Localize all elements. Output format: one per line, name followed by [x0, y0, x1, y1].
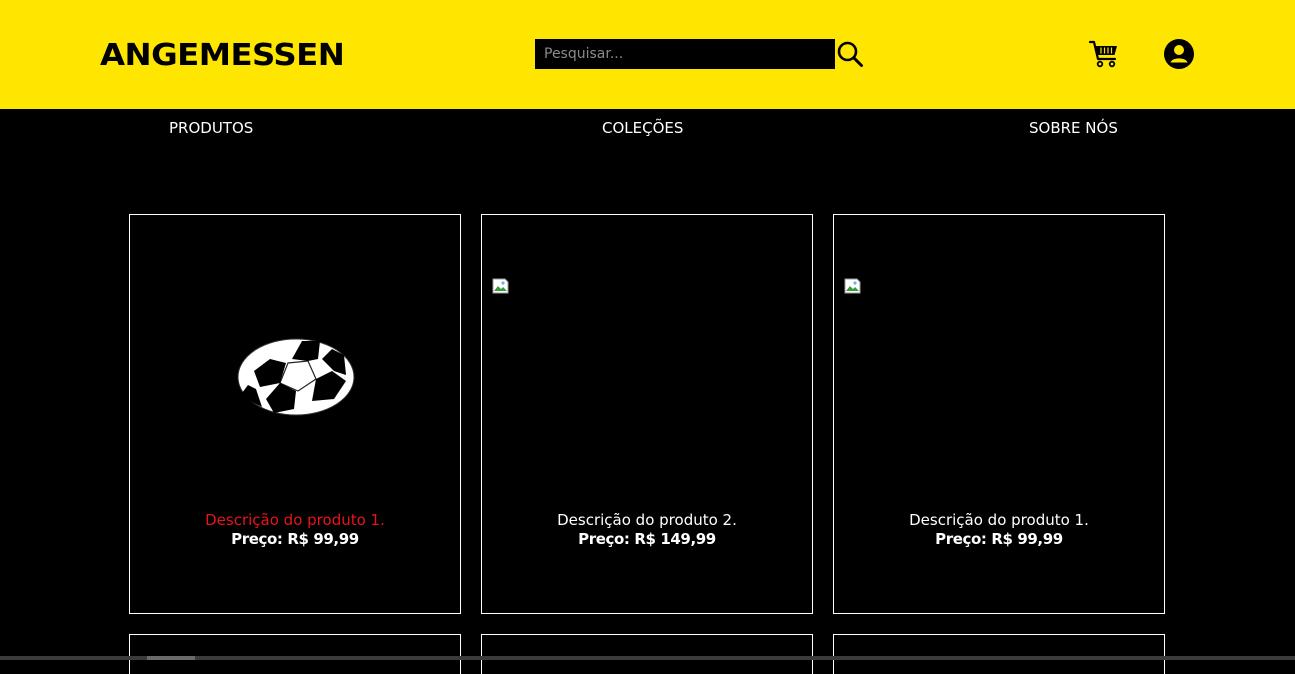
product-card[interactable]: Descrição do produto 2. Preço: R$ 149,99 [481, 214, 813, 614]
nav-sobre-nos[interactable]: SOBRE NÓS [1029, 119, 1118, 137]
cart-button[interactable] [1088, 38, 1120, 70]
product-card[interactable]: Descrição do produto 1. Preço: R$ 99,99 [833, 214, 1165, 614]
cart-icon [1088, 40, 1117, 68]
product-card-partial[interactable] [129, 634, 461, 674]
soccer-ball-image [237, 338, 355, 416]
broken-image-icon [844, 278, 861, 294]
nav-colecoes[interactable]: COLEÇÕES [602, 119, 683, 137]
account-button[interactable] [1163, 38, 1195, 70]
product-card-partial[interactable] [481, 634, 813, 674]
account-icon [1164, 39, 1194, 69]
search-icon [837, 41, 863, 67]
product-description: Descrição do produto 1. [205, 511, 385, 529]
product-description: Descrição do produto 2. [557, 511, 737, 529]
product-price: Preço: R$ 149,99 [578, 530, 716, 548]
search-input[interactable] [535, 39, 835, 69]
product-card[interactable]: Descrição do produto 1. Preço: R$ 99,99 [129, 214, 461, 614]
horizontal-scrollbar[interactable] [0, 656, 1295, 660]
nav-produtos[interactable]: PRODUTOS [169, 119, 253, 137]
broken-image-icon [492, 278, 509, 294]
product-price: Preço: R$ 99,99 [231, 530, 359, 548]
header: ANGEMESSEN [0, 0, 1295, 109]
product-price: Preço: R$ 99,99 [935, 530, 1063, 548]
product-card-partial[interactable] [833, 634, 1165, 674]
brand-logo[interactable]: ANGEMESSEN [100, 38, 345, 74]
scrollbar-thumb[interactable] [147, 656, 195, 660]
product-description: Descrição do produto 1. [909, 511, 1089, 529]
search-button[interactable] [836, 40, 864, 68]
